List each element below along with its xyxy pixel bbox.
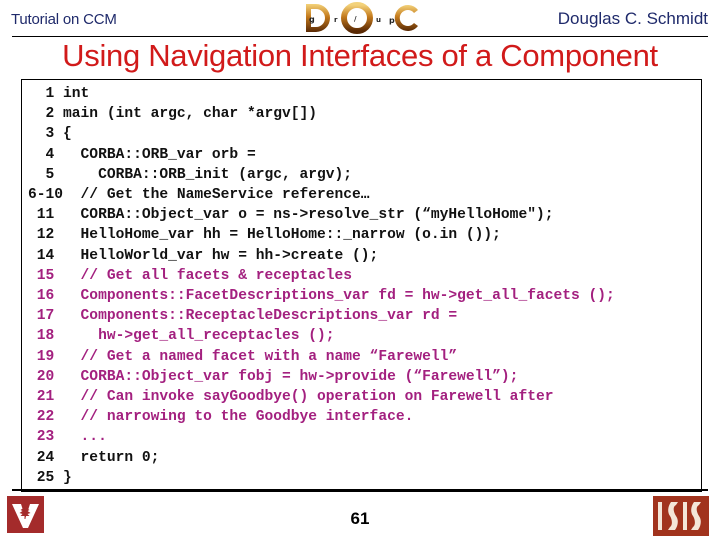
- line-number: 18: [28, 328, 55, 345]
- line-number: 17: [28, 308, 55, 325]
- line-number: 11: [28, 207, 55, 224]
- code-line: 1 int: [28, 84, 615, 104]
- code-text: CORBA::Object_var fobj = hw->provide (“F…: [54, 368, 519, 385]
- code-text: CORBA::Object_var o = ns->resolve_str (“…: [54, 207, 554, 224]
- code-box-shadow-line: [12, 489, 708, 491]
- code-line: 3 {: [28, 124, 615, 144]
- line-number: 12: [28, 227, 55, 244]
- line-number: 5: [28, 166, 55, 183]
- svg-text:p: p: [389, 16, 395, 25]
- code-line: 14 HelloWorld_var hw = hh->create ();: [28, 246, 615, 266]
- line-number: 15: [28, 267, 55, 284]
- page-number: 61: [350, 509, 370, 528]
- code-text: CORBA::ORB_init (argc, argv);: [54, 166, 353, 183]
- slide-title: Using Navigation Interfaces of a Compone…: [62, 38, 658, 73]
- code-line: 15 // Get all facets & receptacles: [28, 266, 615, 286]
- line-number: 25: [28, 469, 55, 486]
- code-line: 18 hw->get_all_receptacles ();: [28, 326, 615, 346]
- code-line: 24 return 0;: [28, 448, 615, 468]
- code-text: hw->get_all_receptacles ();: [54, 328, 335, 345]
- svg-text:u: u: [376, 16, 381, 24]
- logo-letter-c: [394, 5, 418, 32]
- code-text: main (int argc, char *argv[]): [54, 106, 318, 123]
- code-text: // Can invoke sayGoodbye() operation on …: [54, 389, 554, 406]
- code-text: HelloHome_var hh = HelloHome::_narrow (o…: [54, 227, 501, 244]
- line-number: 3: [28, 126, 55, 143]
- code-line: 4 CORBA::ORB_var orb =: [28, 145, 615, 165]
- line-number: 16: [28, 288, 55, 305]
- code-text: // narrowing to the Goodbye interface.: [54, 409, 414, 426]
- code-listing: 1 int 2 main (int argc, char *argv[]) 3 …: [28, 84, 615, 488]
- code-line: 6-10 // Get the NameService reference…: [28, 185, 615, 205]
- line-number: 24: [28, 449, 55, 466]
- header-course-title: Tutorial on CCM: [11, 11, 117, 28]
- header-divider: [12, 36, 708, 37]
- code-listing-box: 1 int 2 main (int argc, char *argv[]) 3 …: [21, 79, 702, 492]
- code-line: 2 main (int argc, char *argv[]): [28, 104, 615, 124]
- code-line: 21 // Can invoke sayGoodbye() operation …: [28, 387, 615, 407]
- code-line: 20 CORBA::Object_var fobj = hw->provide …: [28, 367, 615, 387]
- isis-logo: [653, 496, 709, 536]
- code-line: 22 // narrowing to the Goodbye interface…: [28, 407, 615, 427]
- code-text: Components::ReceptacleDescriptions_var r…: [54, 308, 458, 325]
- line-number: 19: [28, 348, 55, 365]
- header-author: Douglas C. Schmidt: [557, 9, 708, 28]
- svg-text:g: g: [309, 15, 315, 24]
- code-line: 25 }: [28, 468, 615, 488]
- code-text: {: [54, 126, 72, 143]
- svg-text:/: /: [354, 15, 357, 23]
- line-number: 14: [28, 247, 55, 264]
- code-line: 23 ...: [28, 427, 615, 447]
- code-line: 17 Components::ReceptacleDescriptions_va…: [28, 306, 615, 326]
- code-line: 19 // Get a named facet with a name “Far…: [28, 347, 615, 367]
- line-number: 4: [28, 146, 55, 163]
- code-text: }: [54, 469, 72, 486]
- line-number: 1: [28, 86, 55, 102]
- doc-group-logo: g r / u p: [306, 2, 418, 34]
- code-text: // Get the NameService reference…: [63, 187, 370, 204]
- code-line: 5 CORBA::ORB_init (argc, argv);: [28, 165, 615, 185]
- code-line: 16 Components::FacetDescriptions_var fd …: [28, 286, 615, 306]
- code-line: 12 HelloHome_var hh = HelloHome::_narrow…: [28, 225, 615, 245]
- code-text: // Get a named facet with a name “Farewe…: [54, 348, 458, 365]
- line-number: 22: [28, 409, 55, 426]
- line-number: 2: [28, 106, 55, 123]
- line-number: 6-10: [28, 187, 64, 204]
- line-number: 23: [28, 429, 55, 446]
- line-number: 21: [28, 389, 55, 406]
- code-text: HelloWorld_var hw = hh->create ();: [54, 247, 379, 264]
- code-text: // Get all facets & receptacles: [54, 267, 353, 284]
- logo-letter-o: [341, 2, 373, 34]
- code-text: CORBA::ORB_var orb =: [54, 146, 256, 163]
- code-text: int: [54, 86, 90, 102]
- svg-text:r: r: [334, 16, 338, 24]
- line-number: 20: [28, 368, 55, 385]
- code-text: Components::FacetDescriptions_var fd = h…: [54, 288, 615, 305]
- code-text: return 0;: [54, 449, 160, 466]
- code-line: 11 CORBA::Object_var o = ns->resolve_str…: [28, 205, 615, 225]
- code-text: ...: [54, 429, 107, 446]
